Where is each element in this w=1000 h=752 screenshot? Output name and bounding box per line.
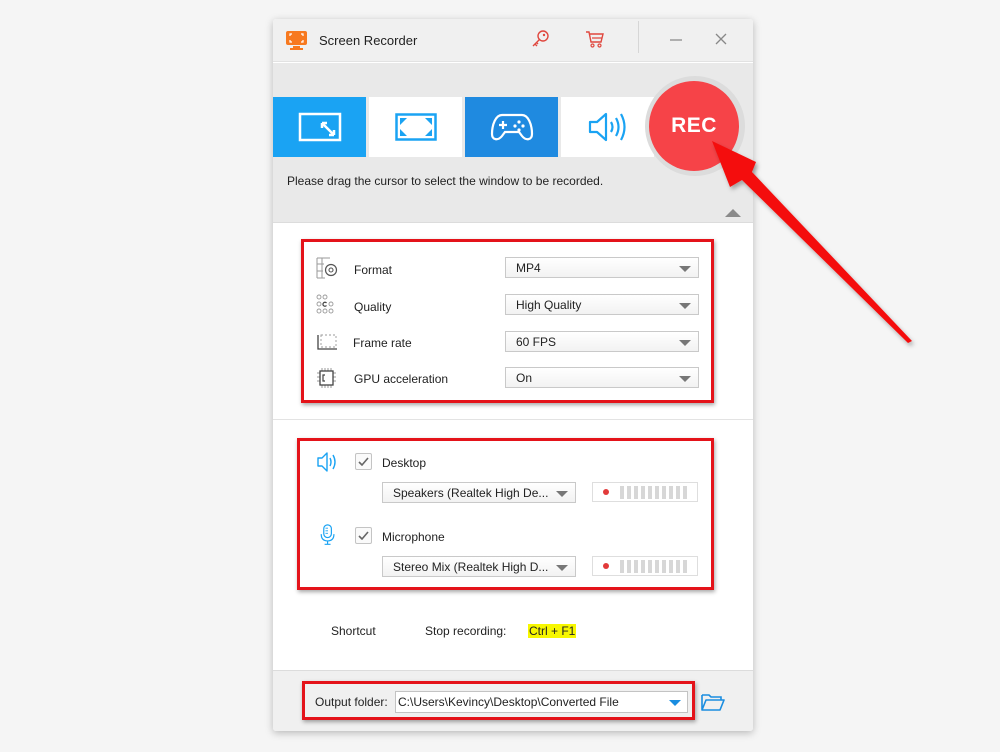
level-indicator-dot	[603, 563, 609, 569]
level-bar	[676, 560, 680, 573]
level-bar	[655, 486, 659, 499]
title-bar: Screen Recorder	[273, 19, 753, 62]
format-value: MP4	[516, 261, 541, 275]
mode-game-button[interactable]	[465, 97, 558, 157]
microphone-label: Microphone	[382, 530, 445, 544]
level-bar	[620, 486, 624, 499]
gpu-value: On	[516, 371, 533, 385]
microphone-level-meter	[592, 556, 698, 576]
level-bar	[662, 486, 666, 499]
gpu-chip-icon	[317, 368, 336, 388]
cart-button[interactable]	[584, 28, 606, 50]
chevron-down-icon	[679, 266, 691, 272]
level-bar	[641, 486, 645, 499]
titlebar-separator	[638, 21, 639, 53]
recording-mode-panel: REC Please drag the cursor to select the…	[273, 63, 753, 223]
level-bar	[648, 486, 652, 499]
microphone-icon	[320, 524, 335, 545]
format-select[interactable]: MP4	[505, 257, 699, 278]
level-indicator-dot	[603, 489, 609, 495]
fullscreen-icon	[394, 113, 437, 141]
app-logo-icon	[286, 31, 307, 50]
checkmark-icon	[358, 457, 369, 466]
collapse-arrow-icon[interactable]	[725, 209, 741, 217]
quality-dots-icon	[316, 294, 334, 314]
shortcut-label: Shortcut	[331, 624, 376, 638]
desktop-audio-label: Desktop	[382, 456, 427, 470]
output-folder-path: C:\Users\Kevincy\Desktop\Converted File	[398, 695, 619, 709]
mode-audio-button[interactable]	[561, 97, 654, 157]
mode-region-button[interactable]	[273, 97, 366, 157]
level-bar	[669, 560, 673, 573]
frame-rate-select[interactable]: 60 FPS	[505, 331, 699, 352]
minimize-button[interactable]	[665, 28, 687, 50]
frame-rate-label: Frame rate	[353, 336, 412, 350]
format-label: Format	[354, 263, 393, 277]
stop-recording-hotkey[interactable]: Ctrl + F1	[528, 624, 577, 638]
frame-rate-value: 60 FPS	[516, 335, 557, 349]
microphone-checkbox[interactable]	[355, 527, 372, 544]
output-folder-label: Output folder:	[315, 695, 388, 709]
quality-label: Quality	[354, 300, 392, 314]
key-icon	[532, 30, 549, 47]
level-bar	[669, 486, 673, 499]
desktop-audio-checkbox[interactable]	[355, 453, 372, 470]
close-icon	[715, 33, 727, 45]
quality-value: High Quality	[516, 298, 582, 312]
level-bar	[683, 560, 687, 573]
section-divider	[273, 419, 753, 420]
key-button[interactable]	[529, 28, 551, 50]
format-settings-icon	[316, 257, 338, 279]
cart-icon	[586, 31, 604, 48]
level-bar	[655, 560, 659, 573]
stop-recording-label: Stop recording:	[425, 624, 507, 638]
chevron-down-icon[interactable]	[669, 700, 681, 706]
app-title: Screen Recorder	[319, 33, 418, 48]
checkmark-icon	[358, 531, 369, 540]
chevron-down-icon	[556, 565, 568, 571]
desktop-device-value: Speakers (Realtek High De...	[393, 486, 549, 500]
level-bar	[662, 560, 666, 573]
level-bar	[641, 560, 645, 573]
minimize-icon	[670, 39, 682, 41]
close-button[interactable]	[710, 28, 732, 50]
mode-fullscreen-button[interactable]	[369, 97, 462, 157]
chevron-down-icon	[679, 376, 691, 382]
level-bars	[620, 486, 687, 499]
level-bar	[627, 560, 631, 573]
gamepad-icon	[490, 113, 533, 141]
open-folder-icon[interactable]	[701, 692, 725, 712]
level-bar	[627, 486, 631, 499]
chevron-down-icon	[679, 303, 691, 309]
level-bar	[634, 560, 638, 573]
level-bar	[648, 560, 652, 573]
microphone-device-value: Stereo Mix (Realtek High D...	[393, 560, 549, 574]
screen-recorder-window: Screen Recorder REC Please drag the curs…	[273, 19, 753, 731]
level-bars	[620, 560, 687, 573]
chevron-down-icon	[556, 491, 568, 497]
desktop-device-select[interactable]: Speakers (Realtek High De...	[382, 482, 576, 503]
frame-rate-icon	[317, 334, 337, 350]
level-bar	[683, 486, 687, 499]
gpu-select[interactable]: On	[505, 367, 699, 388]
chevron-down-icon	[679, 340, 691, 346]
output-footer: Output folder: C:\Users\Kevincy\Desktop\…	[273, 670, 753, 731]
desktop-level-meter	[592, 482, 698, 502]
region-select-icon	[298, 112, 341, 142]
rec-button[interactable]: REC	[649, 81, 739, 171]
desktop-audio-icon	[317, 452, 336, 472]
quality-select[interactable]: High Quality	[505, 294, 699, 315]
gpu-label: GPU acceleration	[354, 372, 449, 386]
level-bar	[634, 486, 638, 499]
microphone-device-select[interactable]: Stereo Mix (Realtek High D...	[382, 556, 576, 577]
speaker-icon	[588, 112, 626, 142]
level-bar	[676, 486, 680, 499]
output-folder-input[interactable]: C:\Users\Kevincy\Desktop\Converted File	[395, 691, 688, 713]
level-bar	[620, 560, 624, 573]
mode-hint-text: Please drag the cursor to select the win…	[287, 174, 604, 188]
